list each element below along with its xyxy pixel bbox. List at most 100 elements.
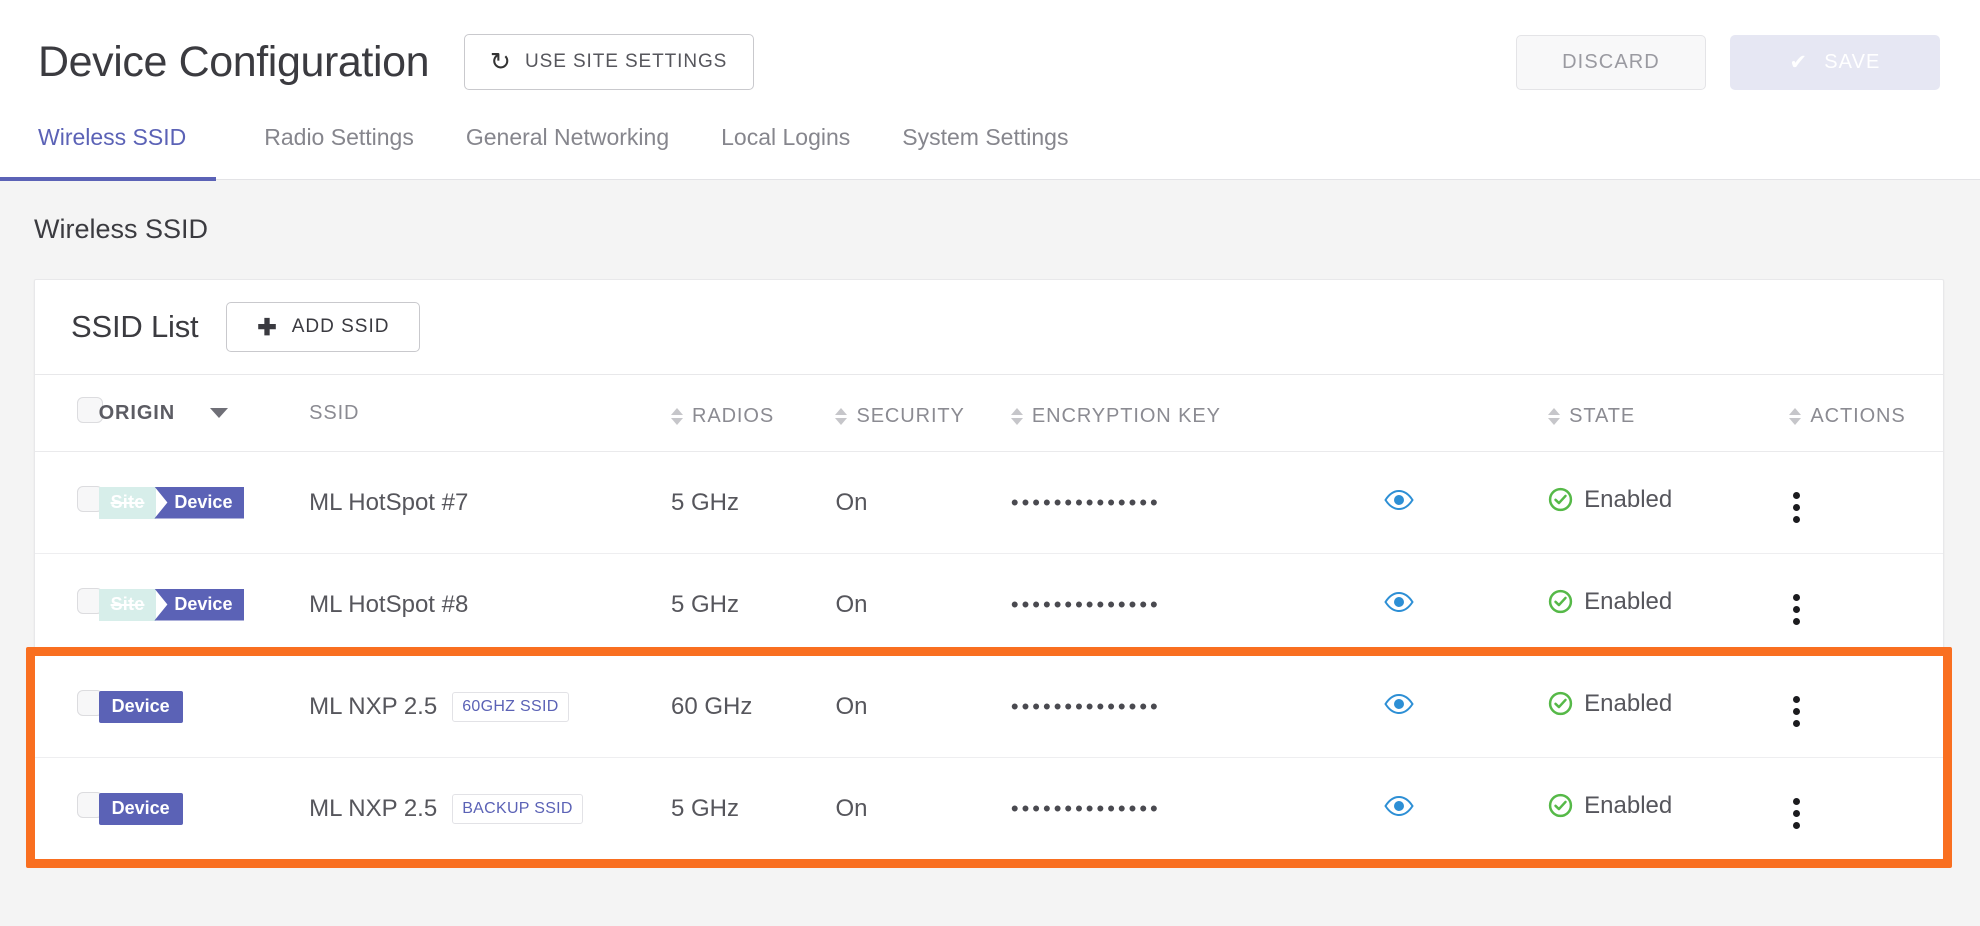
kebab-menu-icon[interactable]: [1789, 488, 1804, 527]
reveal-cell: [1384, 452, 1548, 554]
column-label-origin: ORIGIN: [99, 402, 176, 425]
check-icon: ✔: [1790, 52, 1809, 73]
tab-label: System Settings: [902, 124, 1068, 151]
state-label: Enabled: [1584, 792, 1672, 820]
origin-cell: Site Device: [99, 452, 310, 554]
column-header-reveal: [1384, 375, 1548, 452]
card-header: SSID List ✚ ADD SSID: [35, 280, 1943, 375]
ssid-cell: ML NXP 2.5 BACKUP SSID: [309, 758, 671, 860]
column-label-ssid: SSID: [309, 402, 359, 424]
sort-radios: RADIOS: [671, 405, 774, 428]
save-button-label: SAVE: [1824, 51, 1880, 74]
tab-label: Wireless SSID: [38, 124, 186, 151]
ssid-card-wrapper: SSID List ✚ ADD SSID ORIGIN: [34, 279, 1944, 860]
table-header-row: ORIGIN SSID RADIOS: [35, 375, 1943, 452]
tab-system-settings[interactable]: System Settings: [876, 124, 1094, 180]
encryption-key-cell: ••••••••••••••: [1011, 656, 1384, 758]
eye-icon[interactable]: [1384, 694, 1414, 714]
state-cell: Enabled: [1548, 452, 1789, 554]
security-cell: On: [835, 656, 1010, 758]
tab-wireless-ssid[interactable]: Wireless SSID: [38, 124, 212, 180]
state-cell: Enabled: [1548, 656, 1789, 758]
encryption-key-cell: ••••••••••••••: [1011, 758, 1384, 860]
security-cell: On: [835, 758, 1010, 860]
section-title: Wireless SSID: [34, 214, 1944, 245]
undo-icon: ↺: [489, 50, 511, 75]
sort-encryption-key: ENCRYPTION KEY: [1011, 405, 1221, 428]
use-site-settings-button[interactable]: ↺ USE SITE SETTINGS: [464, 34, 754, 90]
column-header-ssid[interactable]: SSID: [309, 375, 671, 452]
add-ssid-label: ADD SSID: [292, 316, 390, 338]
actions-cell: [1789, 452, 1943, 554]
device-badge: Device: [99, 793, 183, 825]
table-row[interactable]: Device ML NXP 2.5 BACKUP SSID 5 GHz On •…: [35, 758, 1943, 860]
encryption-key-masked: ••••••••••••••: [1011, 490, 1161, 515]
table-row[interactable]: Site Device ML HotSpot #8 5 GHz On •••••…: [35, 554, 1943, 656]
page-body: Wireless SSID SSID List ✚ ADD SSID: [0, 180, 1980, 925]
device-badge: Device: [154, 487, 244, 519]
use-site-settings-label: USE SITE SETTINGS: [525, 51, 727, 73]
reveal-cell: [1384, 758, 1548, 860]
tab-bar: Wireless SSID Radio Settings General Net…: [0, 124, 1980, 180]
table-row[interactable]: Site Device ML HotSpot #7 5 GHz On •••••…: [35, 452, 1943, 554]
sort-arrows-icon[interactable]: [1548, 408, 1560, 425]
security-cell: On: [835, 554, 1010, 656]
encryption-key-masked: ••••••••••••••: [1011, 796, 1161, 821]
column-label-security: SECURITY: [856, 405, 964, 428]
tab-radio-settings[interactable]: Radio Settings: [238, 124, 440, 180]
state-cell: Enabled: [1548, 758, 1789, 860]
column-header-security[interactable]: SECURITY: [835, 375, 1010, 452]
kebab-menu-icon[interactable]: [1789, 692, 1804, 731]
site-badge: Site: [99, 487, 157, 519]
origin-cell: Device: [99, 758, 310, 860]
sort-arrows-icon[interactable]: [671, 408, 683, 425]
row-select-cell: [35, 554, 99, 656]
discard-button[interactable]: DISCARD: [1516, 35, 1706, 90]
ssid-name: ML NXP 2.5: [309, 693, 437, 721]
origin-cell: Site Device: [99, 554, 310, 656]
add-ssid-button[interactable]: ✚ ADD SSID: [226, 302, 420, 352]
sort-actions: ACTIONS: [1789, 405, 1905, 428]
ssid-name: ML NXP 2.5: [309, 795, 437, 823]
ssid-list-card: SSID List ✚ ADD SSID ORIGIN: [34, 279, 1944, 860]
origin-badge-group: Site Device: [99, 589, 245, 621]
check-circle-icon: [1548, 589, 1573, 614]
column-label-actions: ACTIONS: [1810, 405, 1905, 428]
save-button[interactable]: ✔ SAVE: [1730, 35, 1940, 90]
chevron-down-icon[interactable]: [210, 408, 228, 418]
table-body: Site Device ML HotSpot #7 5 GHz On •••••…: [35, 452, 1943, 860]
sort-state: STATE: [1548, 405, 1635, 428]
state-label: Enabled: [1584, 690, 1672, 718]
column-label-state: STATE: [1569, 405, 1635, 428]
ssid-table: ORIGIN SSID RADIOS: [35, 375, 1943, 859]
table-row[interactable]: Device ML NXP 2.5 60GHZ SSID 60 GHz On •…: [35, 656, 1943, 758]
origin-badge-group: Site Device: [99, 487, 245, 519]
card-title: SSID List: [71, 309, 198, 345]
state-label: Enabled: [1584, 486, 1672, 514]
sort-arrows-icon[interactable]: [835, 408, 847, 425]
state-label: Enabled: [1584, 588, 1672, 616]
kebab-menu-icon[interactable]: [1789, 794, 1804, 833]
eye-icon[interactable]: [1384, 796, 1414, 816]
sort-arrows-icon[interactable]: [1789, 408, 1801, 425]
tab-general-networking[interactable]: General Networking: [440, 124, 695, 180]
kebab-menu-icon[interactable]: [1789, 590, 1804, 629]
security-cell: On: [835, 452, 1010, 554]
encryption-key-cell: ••••••••••••••: [1011, 554, 1384, 656]
tab-label: Local Logins: [721, 124, 850, 151]
tab-local-logins[interactable]: Local Logins: [695, 124, 876, 180]
sort-arrows-icon[interactable]: [1011, 408, 1023, 425]
column-header-radios[interactable]: RADIOS: [671, 375, 835, 452]
eye-icon[interactable]: [1384, 490, 1414, 510]
column-header-state[interactable]: STATE: [1548, 375, 1789, 452]
column-header-actions[interactable]: ACTIONS: [1789, 375, 1943, 452]
site-badge: Site: [99, 589, 157, 621]
radios-cell: 5 GHz: [671, 758, 835, 860]
encryption-key-masked: ••••••••••••••: [1011, 592, 1161, 617]
actions-cell: [1789, 758, 1943, 860]
column-header-encryption-key[interactable]: ENCRYPTION KEY: [1011, 375, 1384, 452]
state-cell: Enabled: [1548, 554, 1789, 656]
ssid-cell: ML HotSpot #8: [309, 554, 671, 656]
column-header-origin[interactable]: ORIGIN: [99, 375, 310, 452]
eye-icon[interactable]: [1384, 592, 1414, 612]
